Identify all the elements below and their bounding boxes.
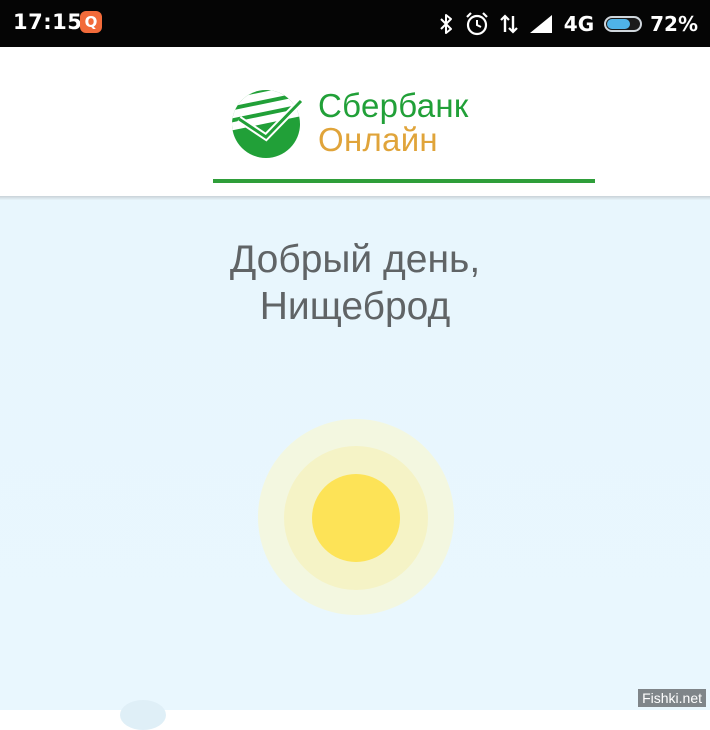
- greeting-line2: Нищеброд: [259, 285, 451, 328]
- main-content: Добрый день, Нищеброд: [0, 200, 710, 730]
- watermark: Fishki.net: [638, 689, 706, 707]
- header-divider: [213, 179, 595, 183]
- signal-icon: [528, 13, 554, 35]
- app-notification-icon: Q: [80, 11, 102, 33]
- greeting-text: Добрый день, Нищеброд: [0, 236, 710, 330]
- sun-illustration: [312, 474, 400, 562]
- alarm-icon: [464, 11, 490, 37]
- app-header: Сбербанк Онлайн: [0, 47, 710, 197]
- brand-name: Сбербанк: [318, 87, 469, 124]
- status-bar: 17:15 Q 4G 72%: [0, 0, 710, 47]
- brand-subtitle: Онлайн: [318, 121, 438, 158]
- bluetooth-icon: [438, 12, 454, 36]
- data-transfer-icon: [500, 12, 518, 36]
- battery-percent: 72%: [650, 11, 698, 36]
- battery-icon: [604, 15, 643, 32]
- greeting-line1: Добрый день,: [229, 238, 481, 281]
- sberbank-logo-icon: [229, 89, 307, 163]
- cloud-illustration: [120, 700, 166, 730]
- network-type: 4G: [563, 11, 595, 36]
- status-icons: 4G 72%: [438, 0, 698, 47]
- status-time: 17:15: [13, 10, 83, 34]
